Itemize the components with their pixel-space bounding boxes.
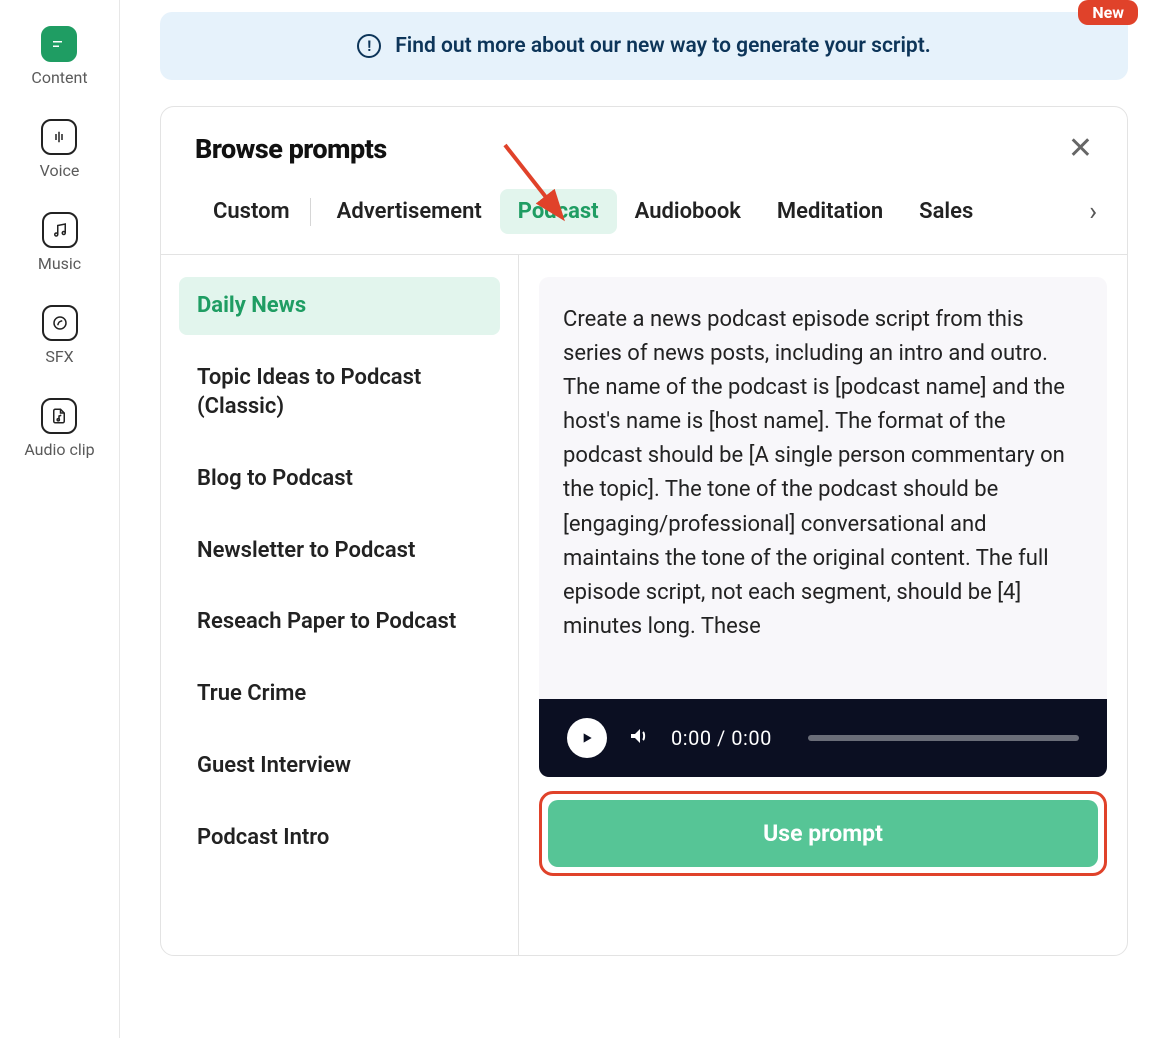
tab-audiobook[interactable]: Audiobook xyxy=(617,189,759,234)
tab-podcast[interactable]: Podcast xyxy=(500,189,617,234)
music-icon xyxy=(42,212,78,248)
prompt-item-topic-ideas[interactable]: Topic Ideas to Podcast (Classic) xyxy=(179,349,500,436)
modal-body: Daily News Topic Ideas to Podcast (Class… xyxy=(161,255,1127,955)
tabs-row: Custom Advertisement Podcast Audiobook M… xyxy=(161,189,1127,255)
sidebar-item-content[interactable]: Content xyxy=(31,26,87,87)
main-area: ! Find out more about our new way to gen… xyxy=(120,0,1152,980)
voice-icon xyxy=(41,119,77,155)
audioclip-icon xyxy=(41,398,77,434)
audio-player: 0:00 / 0:00 xyxy=(539,699,1107,777)
info-icon: ! xyxy=(357,34,381,58)
prompt-text: Create a news podcast episode script fro… xyxy=(539,277,1107,699)
sidebar-item-label: SFX xyxy=(45,347,73,366)
prompt-preview: Create a news podcast episode script fro… xyxy=(539,277,1107,777)
audio-time: 0:00 / 0:00 xyxy=(671,726,772,750)
banner-text: Find out more about our new way to gener… xyxy=(395,34,931,58)
sidebar-item-music[interactable]: Music xyxy=(38,212,81,273)
tab-advertisement[interactable]: Advertisement xyxy=(319,189,500,234)
sidebar-item-voice[interactable]: Voice xyxy=(40,119,80,180)
prompt-item-podcast-intro[interactable]: Podcast Intro xyxy=(179,809,500,867)
sfx-icon xyxy=(42,305,78,341)
info-banner[interactable]: ! Find out more about our new way to gen… xyxy=(160,12,1128,80)
audio-progress[interactable] xyxy=(808,735,1079,741)
play-button[interactable] xyxy=(567,718,607,758)
tab-sales[interactable]: Sales xyxy=(901,189,991,234)
prompt-list: Daily News Topic Ideas to Podcast (Class… xyxy=(161,255,519,955)
prompt-item-guest-interview[interactable]: Guest Interview xyxy=(179,737,500,795)
content-icon xyxy=(41,26,77,62)
use-prompt-highlight: Use prompt xyxy=(539,791,1107,876)
prompt-item-true-crime[interactable]: True Crime xyxy=(179,665,500,723)
sidebar-item-label: Music xyxy=(38,254,81,273)
sidebar-item-label: Audio clip xyxy=(24,440,94,459)
new-badge: New xyxy=(1078,0,1138,25)
volume-icon[interactable] xyxy=(627,724,651,752)
prompt-detail: Create a news podcast episode script fro… xyxy=(519,255,1127,955)
browse-prompts-modal: Browse prompts ✕ Custom Advertisement Po… xyxy=(160,106,1128,956)
sidebar-item-sfx[interactable]: SFX xyxy=(42,305,78,366)
sidebar-item-label: Content xyxy=(31,68,87,87)
tab-divider xyxy=(310,198,311,226)
sidebar-item-label: Voice xyxy=(40,161,80,180)
use-prompt-button[interactable]: Use prompt xyxy=(548,800,1098,867)
sidebar-item-audioclip[interactable]: Audio clip xyxy=(24,398,94,459)
modal-title: Browse prompts xyxy=(195,133,387,165)
modal-header: Browse prompts ✕ xyxy=(161,107,1127,189)
prompt-item-daily-news[interactable]: Daily News xyxy=(179,277,500,335)
tab-custom[interactable]: Custom xyxy=(195,189,308,234)
sidebar: Content Voice Music SFX Audio clip xyxy=(0,0,120,1038)
tab-meditation[interactable]: Meditation xyxy=(759,189,901,234)
prompt-item-newsletter[interactable]: Newsletter to Podcast xyxy=(179,522,500,580)
prompt-item-blog[interactable]: Blog to Podcast xyxy=(179,450,500,508)
close-icon[interactable]: ✕ xyxy=(1068,134,1093,164)
prompt-item-research-paper[interactable]: Reseach Paper to Podcast xyxy=(179,593,500,651)
chevron-right-icon[interactable]: › xyxy=(1085,197,1101,227)
